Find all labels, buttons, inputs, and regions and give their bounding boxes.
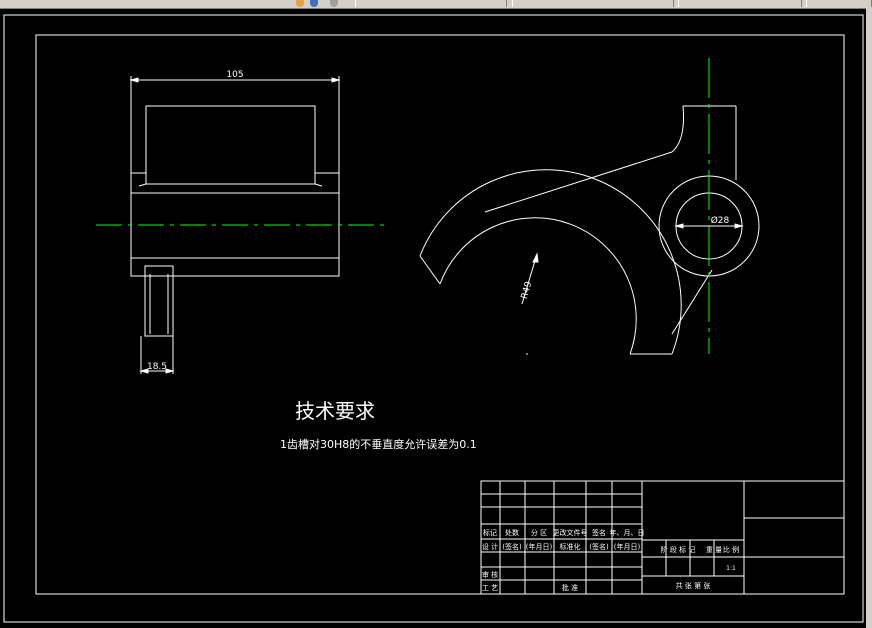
tb-approve-label: 批 准 [562, 583, 578, 592]
tb-design-date: (年月日) [526, 542, 553, 551]
cad-drawing-canvas[interactable]: 105 18.5 R49 Ø28 技术要求 1齿槽对30H8的不垂直度允许误差为… [0, 0, 872, 628]
front-view-slot [145, 105, 316, 185]
tb-label-change-doc: 更改文件号 [553, 528, 588, 537]
tb-review-label: 审 核 [482, 570, 498, 579]
title-block [480, 480, 845, 595]
tb-design-label: 设 计 [482, 542, 498, 551]
tech-requirements-line1: 1齿槽对30H8的不垂直度允许误差为0.1 [280, 437, 477, 451]
inner-arc [439, 217, 637, 355]
tb-scale-value: 1:1 [726, 565, 736, 572]
tb-standard-date: (年月日) [614, 542, 641, 551]
tb-label-date: 年、月、日 [610, 528, 645, 537]
tb-label-zone: 分 区 [531, 528, 547, 537]
dimension-label-18-5: 18.5 [147, 362, 167, 372]
tb-process-label: 工 艺 [482, 584, 498, 592]
dimension-label-diameter: Ø28 [711, 215, 730, 226]
tb-design-sign: (签名) [502, 542, 522, 551]
front-view [130, 79, 340, 337]
side-view [419, 105, 760, 355]
tb-scale-header: 比 例 [723, 545, 739, 554]
title-block-labels: 标记 处数 分 区 更改文件号 签名 年、月、日 设 计 (签名) (年月日) … [482, 528, 739, 592]
dimension-label-r49: R49 [520, 280, 535, 300]
drawing-frame-border [35, 34, 845, 595]
arc-center-point [526, 353, 528, 355]
tb-label-mark: 标记 [483, 528, 497, 537]
dimension-label-105: 105 [226, 70, 243, 80]
tb-stage-header: 阶 段 标 记 [661, 545, 696, 554]
tb-standard-sign: (签名) [589, 542, 609, 551]
front-view-outline [130, 79, 340, 277]
tb-standard-label: 标准化 [560, 542, 581, 551]
tb-label-count: 处数 [505, 528, 519, 537]
tech-requirements-title: 技术要求 [295, 399, 375, 423]
tb-weight-header: 重 量 [706, 546, 722, 554]
outer-arc [419, 169, 682, 355]
tb-label-signature: 签名 [592, 528, 606, 537]
tb-sheets-text: 共 张 第 张 [676, 581, 711, 590]
